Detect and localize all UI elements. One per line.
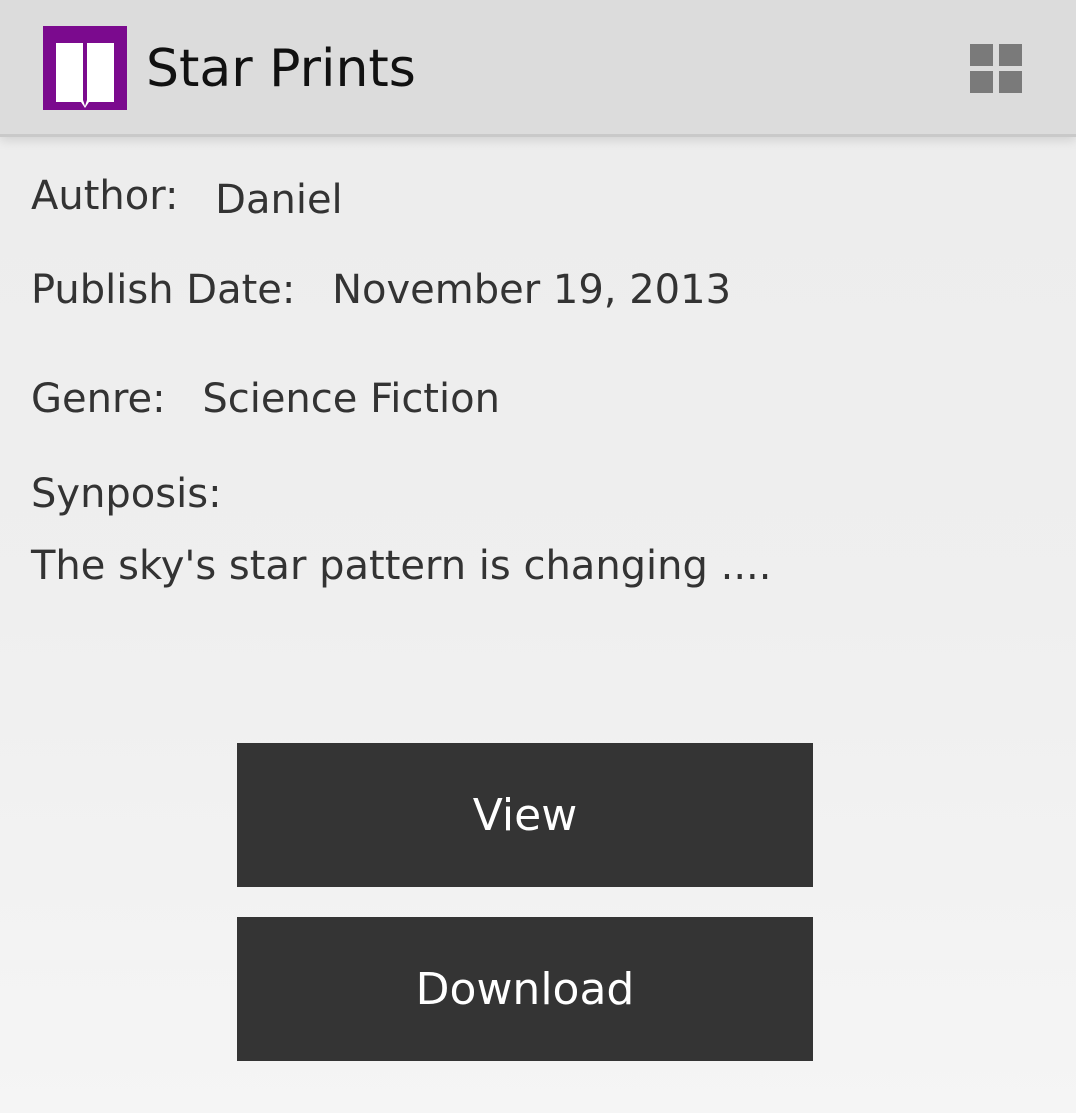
synopsis-label: Synposis: xyxy=(31,471,222,517)
genre-label: Genre: xyxy=(31,376,166,422)
download-button[interactable]: Download xyxy=(237,917,813,1061)
publish-date-row: Publish Date: November 19, 2013 xyxy=(31,266,731,314)
view-button[interactable]: View xyxy=(237,743,813,887)
publish-date-label: Publish Date: xyxy=(31,267,296,313)
grid-view-button[interactable] xyxy=(960,34,1032,102)
genre-value: Science Fiction xyxy=(202,376,500,422)
book-icon[interactable] xyxy=(43,26,127,110)
app-title: Star Prints xyxy=(146,39,416,99)
publish-date-value: November 19, 2013 xyxy=(332,267,732,313)
author-value: Daniel xyxy=(215,177,343,223)
synopsis-text: The sky's star pattern is changing .... xyxy=(31,543,772,589)
genre-row: Genre: Science Fiction xyxy=(31,375,500,423)
author-label: Author: xyxy=(31,173,179,219)
action-bar: Star Prints xyxy=(0,0,1076,137)
author-row: Author: Daniel xyxy=(31,172,343,223)
